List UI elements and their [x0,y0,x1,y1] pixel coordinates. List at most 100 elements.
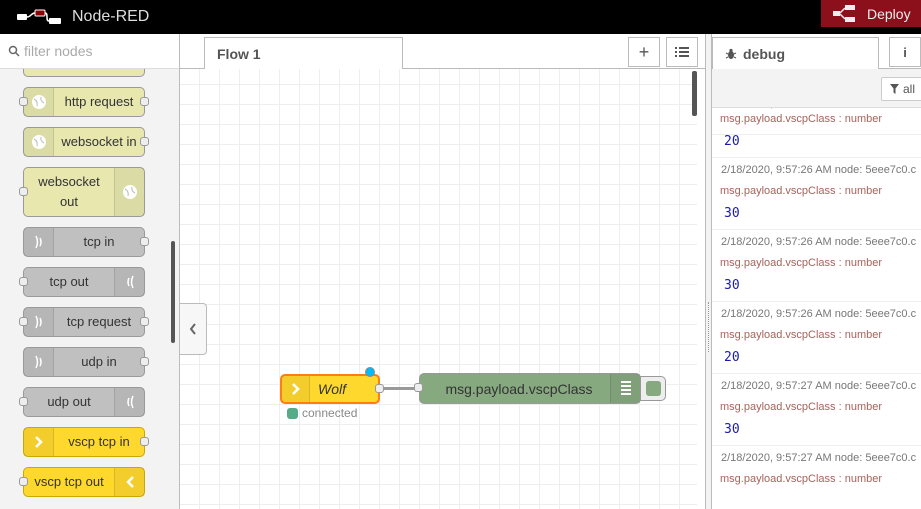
toggle-indicator [645,381,661,396]
flow-list-button[interactable] [666,37,698,67]
sidebar-tab-bar: debug i [712,34,921,70]
palette-node-websocket-in[interactable]: websocket in [23,127,149,157]
palette-node-label: tcp in [83,234,115,249]
palette-node-label: websocket out [38,174,100,209]
palette-search-placeholder: filter nodes [24,43,93,59]
message-topic: msg.payload.vscpClass : number [720,329,883,341]
deploy-label: Deploy [867,5,911,22]
status-dot-icon [287,407,298,419]
palette-node-vscp-tcp-in[interactable]: vscp tcp in [23,427,149,457]
debug-message[interactable]: 2/18/2020, 9:57:27 AM node: 5eee7c0.c ms… [712,446,921,509]
app-logo: Node-RED [16,0,149,34]
tab-debug[interactable]: debug [712,37,879,70]
chevron-left-icon [189,323,196,335]
palette-node-tcp-out[interactable]: tcp out [19,267,145,297]
tab-flow-1[interactable]: Flow 1 [204,37,403,70]
palette-node-label: udp in [81,354,117,369]
node-red-logo-icon [17,9,61,24]
palette-scrollbar[interactable] [171,241,175,343]
filter-label: all [903,82,916,96]
palette-node-label: udp out [47,394,91,409]
changed-indicator [365,367,375,377]
flow-node-label: msg.payload.vscpClass [445,380,593,397]
flow-canvas[interactable] [180,69,697,509]
input-port[interactable] [414,383,423,392]
workspace-tab-bar: Flow 1 + [180,34,705,70]
palette-node-websocket-out[interactable]: websocket out [19,167,145,217]
palette-search-input[interactable]: filter nodes [0,34,179,69]
palette-node-list: http request websocket in websocket out … [0,69,179,509]
output-port [140,437,149,446]
message-value: 30 [724,422,740,437]
bridge-icon [24,348,54,376]
header-bar: Node-RED Deploy [0,0,921,34]
palette-node-tcp-in[interactable]: tcp in [23,227,149,257]
input-port [19,97,28,106]
output-port [140,317,149,326]
debug-list-icon [610,374,640,403]
input-port [19,317,28,326]
output-port [140,357,149,366]
debug-message[interactable]: 2/18/2020, 9:57:27 AM node: 5eee7c0.c ms… [712,374,921,446]
flow-node-debug[interactable]: msg.payload.vscpClass [414,373,641,404]
deploy-icon [833,4,855,22]
separator-grip [708,302,709,352]
palette-node-label: vscp tcp in [68,434,130,449]
output-port [140,137,149,146]
message-topic: msg.payload.vscpClass : number [720,401,883,413]
debug-message[interactable]: 2/18/2020, 9:57:26 AM node: 5eee7c0.c ms… [712,302,921,374]
input-port [19,187,28,196]
flow-node-label: Wolf [318,381,346,397]
debug-message[interactable]: 2/18/2020, 9:57:26 AM node: 5eee7c0.c ms… [712,230,921,302]
canvas-scrollbar[interactable] [692,71,697,116]
node-status-text: connected [302,406,358,420]
debug-filter-button[interactable]: all [881,77,921,101]
search-icon [8,45,20,57]
app-title: Node-RED [72,8,150,25]
palette-node-tcp-request[interactable]: tcp request [19,307,149,337]
node-palette: filter nodes http request websocket in w… [0,34,180,509]
palette-node-label: tcp out [49,274,89,289]
palette-collapse-button[interactable] [180,303,207,355]
message-topic: msg.payload.vscpClass : number [720,473,883,485]
message-meta: 2/18/2020, 9:57:26 AM node: 5eee7c0.c [721,308,917,320]
plus-icon: + [638,41,650,62]
input-port [19,477,28,486]
chevron-left-icon [114,468,144,496]
filter-icon [890,84,899,94]
tab-info[interactable]: i [889,37,921,67]
output-port [140,237,149,246]
message-value: 30 [724,278,740,293]
output-port[interactable] [375,384,384,393]
input-port [19,277,28,286]
debug-message[interactable]: 2/18/2020, 9:57:26 AM node: 5eee7c0.c ms… [712,158,921,230]
output-port [140,97,149,106]
sidebar: debug i all 2/18/2020, 9:57:26 AM node: … [712,34,921,509]
chevron-right-icon [282,376,310,402]
bridge-icon [114,388,144,416]
palette-node-http-request[interactable]: http request [19,87,149,117]
info-icon: i [903,44,907,60]
deploy-button[interactable]: Deploy [821,0,921,27]
add-flow-button[interactable]: + [628,37,660,67]
message-meta: 2/18/2020, 9:57:26 AM node: 5eee7c0.c [721,236,917,248]
globe-icon [114,168,144,216]
bridge-icon [24,228,54,256]
palette-node-label: vscp tcp out [34,474,104,489]
palette-node-udp-out[interactable]: udp out [19,387,145,417]
node-status: connected [287,406,357,420]
sidebar-separator[interactable] [705,34,712,509]
bridge-icon [114,268,144,296]
debug-message-list: 2/18/2020, 9:57:26 AM node: 5eee7c0.c ms… [712,108,921,509]
bridge-icon [24,308,54,336]
message-topic: msg.payload.vscpClass : number [720,257,883,269]
debug-message[interactable]: msg.payload.vscpClass : number 20 [712,108,921,158]
palette-node-udp-in[interactable]: udp in [23,347,149,377]
tab-label: Flow 1 [217,45,261,62]
message-meta: 2/18/2020, 9:57:27 AM node: 5eee7c0.c [721,380,917,392]
list-icon [675,47,689,57]
palette-node-vscp-tcp-out[interactable]: vscp tcp out [19,467,145,497]
palette-node-partial[interactable] [23,69,145,77]
flow-node-wolf[interactable]: Wolf [280,374,384,404]
debug-toggle-button[interactable] [640,376,666,401]
